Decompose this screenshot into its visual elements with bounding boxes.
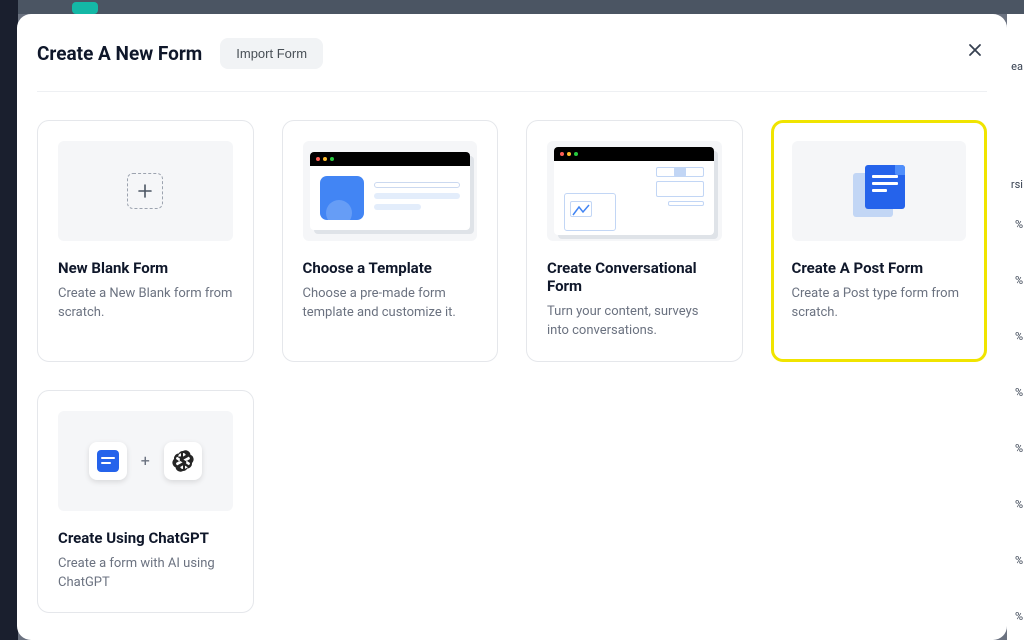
background-topbar	[0, 0, 1024, 14]
card-title: Create Conversational Form	[547, 259, 722, 295]
close-button[interactable]	[963, 38, 987, 62]
background-accent	[72, 2, 98, 14]
modal-title: Create A New Form	[37, 42, 202, 65]
modal-header: Create A New Form Import Form	[37, 38, 987, 92]
create-form-modal: Create A New Form Import Form New Blank …	[17, 14, 1007, 640]
background-sidebar	[0, 0, 18, 640]
background-right-edge: ea rsi % % % % % % % %	[1007, 14, 1024, 640]
card-description: Create a New Blank form from scratch.	[58, 285, 233, 323]
card-description: Turn your content, surveys into conversa…	[547, 303, 722, 341]
chatgpt-visual: +	[58, 411, 233, 511]
form-options-grid: New Blank Form Create a New Blank form f…	[37, 120, 987, 613]
image-icon	[320, 176, 364, 220]
chatgpt-icon	[164, 442, 202, 480]
card-title: New Blank Form	[58, 259, 233, 277]
close-icon	[967, 42, 983, 58]
option-conversational-form[interactable]: Create Conversational Form Turn your con…	[526, 120, 743, 362]
import-form-button[interactable]: Import Form	[220, 38, 323, 69]
blank-form-visual	[58, 141, 233, 241]
conversational-visual	[547, 141, 722, 241]
post-form-visual	[792, 141, 967, 241]
option-chatgpt-form[interactable]: + Create Using ChatGPT Create a form wit…	[37, 390, 254, 614]
plus-separator: +	[141, 451, 150, 470]
option-blank-form[interactable]: New Blank Form Create a New Blank form f…	[37, 120, 254, 362]
card-title: Create A Post Form	[792, 259, 967, 277]
option-post-form[interactable]: Create A Post Form Create a Post type fo…	[771, 120, 988, 362]
document-icon	[853, 165, 905, 217]
card-description: Choose a pre-made form template and cust…	[303, 285, 478, 323]
plus-icon	[127, 173, 163, 209]
card-title: Create Using ChatGPT	[58, 529, 233, 547]
card-description: Create a form with AI using ChatGPT	[58, 555, 233, 593]
fluentforms-icon	[89, 442, 127, 480]
template-visual	[303, 141, 478, 241]
card-description: Create a Post type form from scratch.	[792, 285, 967, 323]
card-title: Choose a Template	[303, 259, 478, 277]
option-choose-template[interactable]: Choose a Template Choose a pre-made form…	[282, 120, 499, 362]
